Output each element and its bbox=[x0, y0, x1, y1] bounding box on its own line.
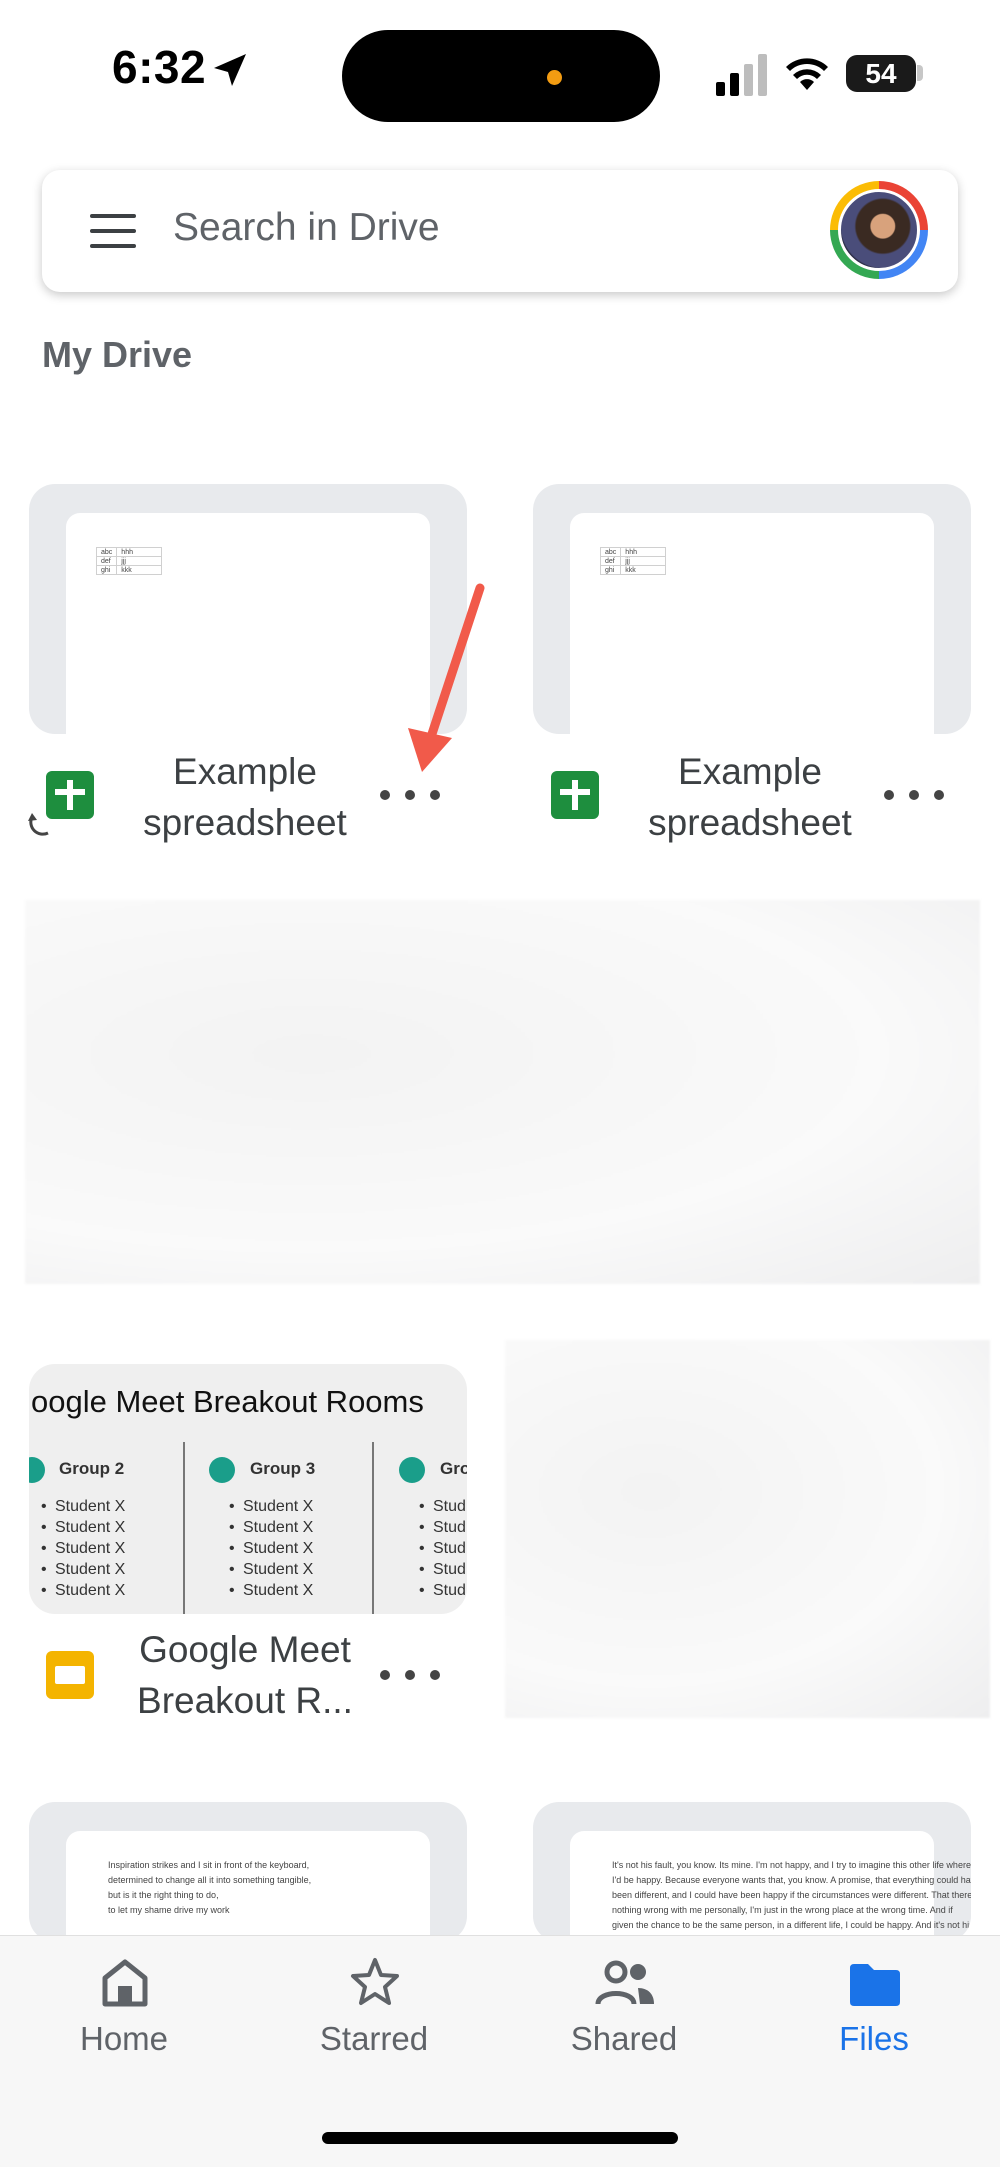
bullet: • bbox=[229, 1498, 235, 1515]
bullet: • bbox=[229, 1561, 235, 1578]
more-options-button[interactable] bbox=[380, 780, 440, 810]
bullet: • bbox=[41, 1498, 47, 1515]
bullet: • bbox=[41, 1561, 47, 1578]
dynamic-island bbox=[342, 30, 660, 122]
nav-home[interactable]: Home bbox=[24, 2020, 224, 2058]
bullet: • bbox=[419, 1498, 425, 1515]
doc-preview-line: given the chance to be the same person, … bbox=[612, 1920, 971, 1930]
student-item: Student X bbox=[55, 1519, 126, 1536]
doc-preview-line: Inspiration strikes and I sit in front o… bbox=[108, 1860, 310, 1870]
star-icon[interactable] bbox=[349, 1956, 401, 2008]
file-thumbnail[interactable]: abc hhh def jjj ghi kkk bbox=[533, 484, 971, 734]
menu-icon[interactable] bbox=[90, 214, 136, 248]
doc-preview-line: determined to change all it into somethi… bbox=[108, 1875, 312, 1885]
student-item: Student X bbox=[55, 1540, 126, 1557]
file-name[interactable]: Google Meet Breakout R... bbox=[110, 1624, 380, 1726]
sync-icon bbox=[28, 813, 49, 836]
meet-icon bbox=[209, 1457, 235, 1483]
bullet: • bbox=[419, 1519, 425, 1536]
annotation-arrow bbox=[408, 583, 485, 772]
student-item: Student X bbox=[243, 1519, 314, 1536]
people-icon[interactable] bbox=[594, 1960, 656, 2006]
file-name[interactable]: Example spreadsheet bbox=[110, 746, 380, 848]
blurred-file-card bbox=[505, 1340, 990, 1718]
doc-preview-line: nothing wrong with me personally, I'm ju… bbox=[612, 1905, 953, 1915]
student-item: Stud bbox=[433, 1561, 466, 1578]
wifi-icon bbox=[786, 58, 828, 90]
blurred-file-row bbox=[25, 900, 980, 1284]
more-options-button[interactable] bbox=[884, 780, 944, 810]
file-thumbnail[interactable]: Inspiration strikes and I sit in front o… bbox=[29, 1802, 467, 1942]
doc-preview-line: but is it the right thing to do, bbox=[108, 1890, 219, 1900]
doc-preview-line: It's not his fault, you know. Its mine. … bbox=[612, 1860, 971, 1870]
meet-icon bbox=[399, 1457, 425, 1483]
home-indicator bbox=[322, 2132, 678, 2144]
bullet: • bbox=[419, 1582, 425, 1599]
student-item: Stud bbox=[433, 1540, 466, 1557]
student-item: Student X bbox=[243, 1582, 314, 1599]
bullet: • bbox=[419, 1561, 425, 1578]
nav-files[interactable]: Files bbox=[774, 2020, 974, 2058]
slide-preview-title: oogle Meet Breakout Rooms bbox=[31, 1384, 424, 1419]
student-item: Student X bbox=[243, 1561, 314, 1578]
doc-preview-line: to let my shame drive my work bbox=[108, 1905, 230, 1915]
status-time: 6:32 bbox=[112, 41, 207, 93]
folder-icon[interactable] bbox=[848, 1962, 902, 2006]
group-label: Group 2 bbox=[59, 1459, 125, 1478]
bullet: • bbox=[41, 1540, 47, 1557]
home-icon[interactable] bbox=[101, 1958, 149, 2008]
doc-preview-line: been different, and I could have been ha… bbox=[612, 1890, 971, 1900]
student-item: Stud bbox=[433, 1582, 466, 1599]
cellular-signal-icon bbox=[716, 54, 767, 96]
slides-icon bbox=[46, 1651, 94, 1699]
student-item: Stud bbox=[433, 1519, 466, 1536]
group-label: Gro bbox=[440, 1459, 467, 1478]
privacy-indicator bbox=[547, 70, 562, 85]
more-options-button[interactable] bbox=[380, 1660, 440, 1690]
bullet: • bbox=[419, 1540, 425, 1557]
location-arrow-icon bbox=[214, 54, 246, 86]
student-item: Student X bbox=[55, 1498, 126, 1515]
bullet: • bbox=[41, 1519, 47, 1536]
battery-nub bbox=[917, 65, 923, 81]
file-thumbnail[interactable]: oogle Meet Breakout Rooms Group 2 Group … bbox=[29, 1364, 467, 1614]
page-title: My Drive bbox=[42, 334, 193, 375]
bullet: • bbox=[229, 1540, 235, 1557]
sheets-icon bbox=[551, 771, 599, 819]
bullet: • bbox=[41, 1582, 47, 1599]
avatar[interactable] bbox=[838, 189, 920, 271]
file-name[interactable]: Example spreadsheet bbox=[615, 746, 885, 848]
group-label: Group 3 bbox=[250, 1459, 316, 1478]
spreadsheet-preview: abc hhh def jjj ghi kkk bbox=[599, 547, 667, 575]
doc-preview-line: I'd be happy. Because everyone wants tha… bbox=[612, 1875, 971, 1885]
student-item: Student X bbox=[55, 1582, 126, 1599]
nav-shared[interactable]: Shared bbox=[524, 2020, 724, 2058]
student-item: Stud bbox=[433, 1498, 466, 1515]
file-thumbnail[interactable]: It's not his fault, you know. Its mine. … bbox=[533, 1802, 971, 1942]
meet-icon bbox=[29, 1457, 45, 1483]
nav-starred[interactable]: Starred bbox=[274, 2020, 474, 2058]
student-item: Student X bbox=[243, 1540, 314, 1557]
spreadsheet-preview: abc hhh def jjj ghi kkk bbox=[95, 547, 163, 575]
student-item: Student X bbox=[243, 1498, 314, 1515]
sheets-icon bbox=[46, 771, 94, 819]
bullet: • bbox=[229, 1582, 235, 1599]
student-item: Student X bbox=[55, 1561, 126, 1578]
battery-indicator: 54 bbox=[846, 55, 916, 92]
bullet: • bbox=[229, 1519, 235, 1536]
search-input[interactable]: Search in Drive bbox=[173, 206, 440, 250]
